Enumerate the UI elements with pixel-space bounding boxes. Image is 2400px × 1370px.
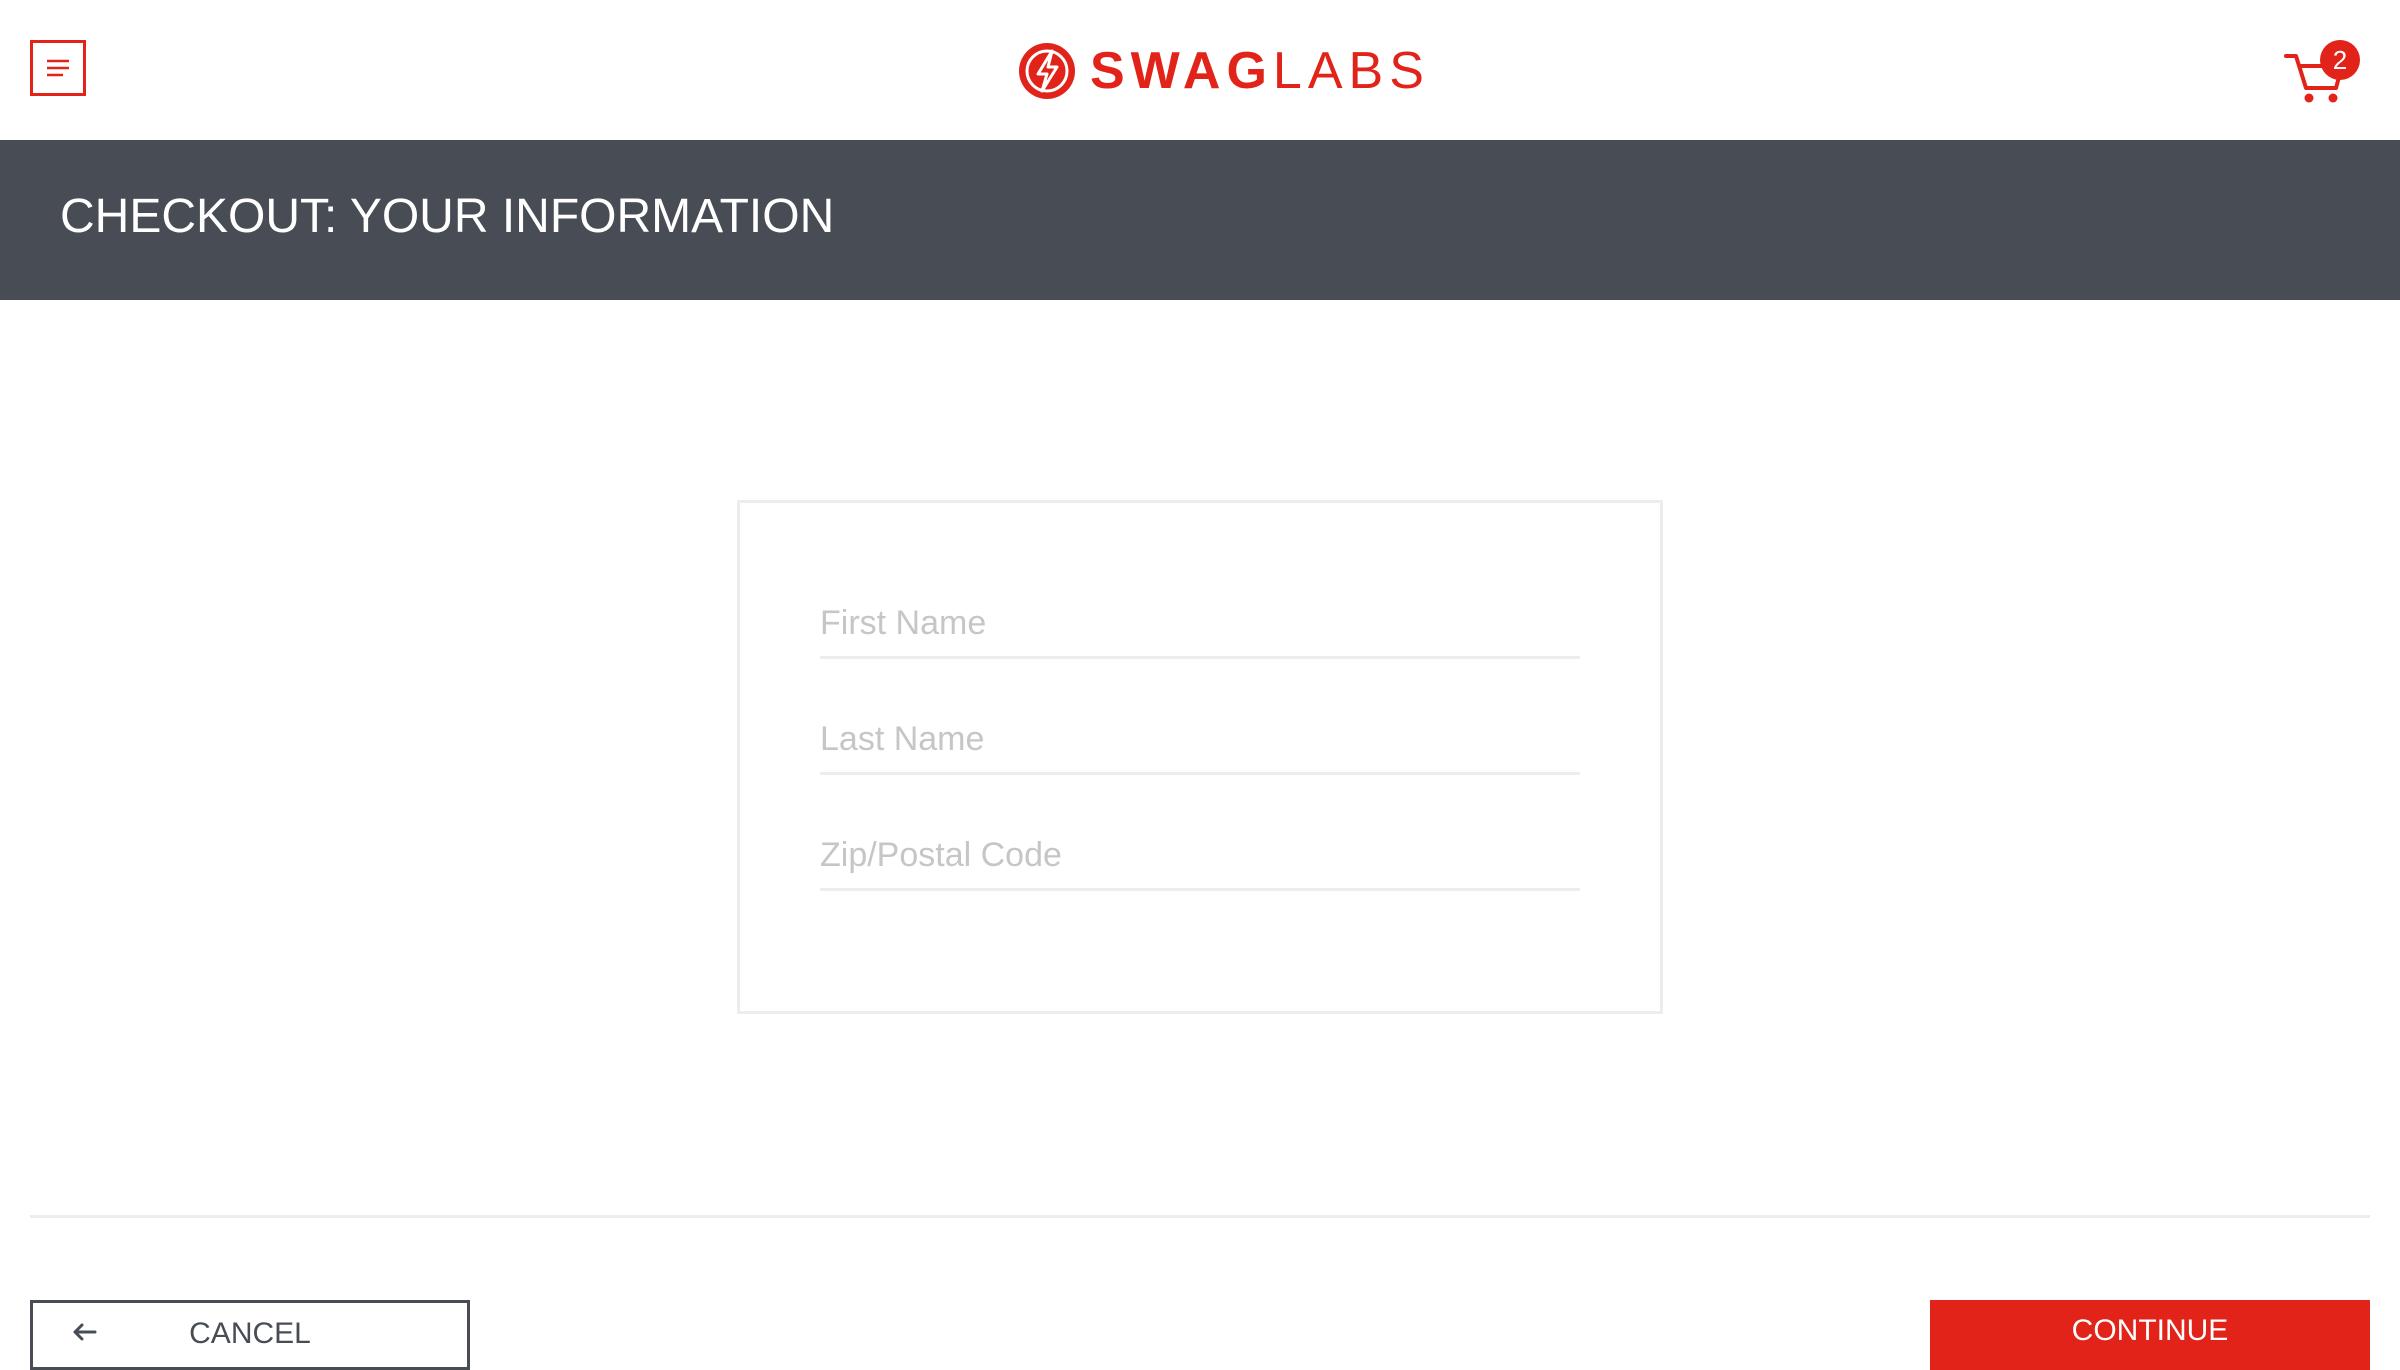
cancel-button[interactable]: CANCEL <box>30 1300 470 1370</box>
continue-button[interactable]: CONTINUE <box>1930 1300 2370 1370</box>
swag-labs-bolt-icon <box>1019 43 1075 99</box>
brand-name: SWAGLABS <box>1090 45 1430 97</box>
cart-count-badge: 2 <box>2320 40 2360 80</box>
continue-button-label: CONTINUE <box>2071 1314 2229 1347</box>
cancel-button-label: CANCEL <box>189 1317 311 1350</box>
postal-code-input[interactable] <box>820 823 1580 891</box>
brand-name-light: LABS <box>1272 42 1430 100</box>
page-subheader: CHECKOUT: YOUR INFORMATION <box>0 140 2400 300</box>
brand-name-bold: SWAG <box>1090 42 1273 100</box>
hamburger-menu-icon <box>47 59 69 77</box>
first-name-input[interactable] <box>820 591 1580 659</box>
menu-button[interactable] <box>30 40 86 96</box>
last-name-input[interactable] <box>820 707 1580 775</box>
footer-divider <box>30 1215 2370 1218</box>
app-header: SWAGLABS 2 <box>0 0 2400 140</box>
shopping-cart-link[interactable]: 2 <box>2284 38 2360 108</box>
page-title: CHECKOUT: YOUR INFORMATION <box>60 190 835 243</box>
brand-logo: SWAGLABS <box>1018 40 1430 102</box>
checkout-info-form <box>737 500 1663 1014</box>
